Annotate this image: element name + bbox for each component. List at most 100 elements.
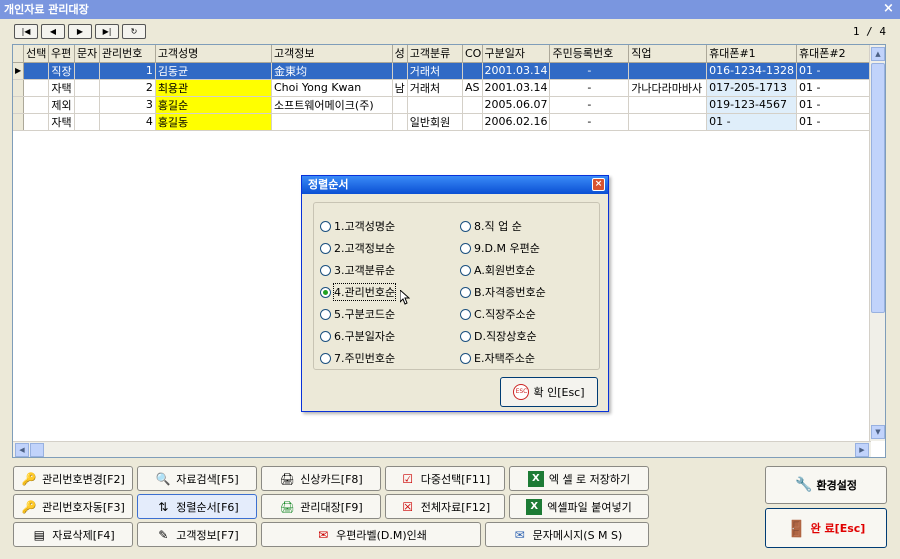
sort-option-category[interactable]: 3.고객분류순 (320, 262, 395, 278)
mail-cell[interactable]: 자택 (48, 113, 75, 131)
column-header[interactable]: 휴대폰#1 (706, 45, 798, 63)
id-cell[interactable]: 4 (99, 113, 156, 131)
ssn-cell[interactable]: - (549, 79, 630, 97)
info-cell[interactable]: 金東均 (271, 62, 393, 80)
id-cell[interactable]: 2 (99, 79, 156, 97)
mobile2-cell[interactable]: 01 - (796, 62, 873, 80)
mail-cell[interactable]: 제외 (48, 96, 75, 114)
column-header[interactable]: 휴대폰#2 (796, 45, 873, 63)
job-cell[interactable] (628, 62, 708, 80)
dialog-close-icon[interactable]: × (592, 178, 605, 191)
info-cell[interactable]: Choi Yong Kwan (271, 79, 393, 97)
column-header[interactable]: 구분일자 (482, 45, 551, 63)
column-header[interactable]: 직업 (628, 45, 708, 63)
sort-option-license-number[interactable]: B.자격증번호순 (460, 284, 546, 300)
column-header[interactable]: 고객성명 (155, 45, 272, 63)
name-cell[interactable]: 김동균 (155, 62, 272, 80)
table-row[interactable]: 자택 4 홍길동 일반회원 2006.02.16 - 01 - 01 - (13, 113, 885, 131)
column-header[interactable]: 문자 (74, 45, 100, 63)
mobile1-cell[interactable]: 019-123-4567 (706, 96, 798, 114)
table-row[interactable]: 자택 2 최용관 Choi Yong Kwan 남 거래처 AS 2001.03… (13, 79, 885, 97)
info-cell[interactable] (271, 113, 393, 131)
job-cell[interactable]: 가나다라마바사 (628, 79, 708, 97)
code-cell[interactable] (462, 96, 483, 114)
mobile2-cell[interactable]: 01 - (796, 96, 873, 114)
sort-option-management-number[interactable]: 4.관리번호순 (320, 283, 397, 301)
gender-cell[interactable] (392, 113, 408, 131)
settings-button[interactable]: 🔧 환경설정 (765, 466, 887, 504)
category-cell[interactable]: 거래처 (407, 62, 463, 80)
auto-management-number-button[interactable]: 🔑 관리번호자동[F3] (13, 494, 133, 519)
horizontal-scroll-thumb[interactable] (30, 443, 44, 457)
sort-option-customer-info[interactable]: 2.고객정보순 (320, 240, 395, 256)
gender-cell[interactable]: 남 (392, 79, 408, 97)
sort-option-job[interactable]: 8.직 업 순 (460, 218, 522, 234)
sms-cell[interactable] (74, 96, 100, 114)
sort-option-customer-name[interactable]: 1.고객성명순 (320, 218, 395, 234)
refresh-button[interactable]: ↻ (122, 24, 146, 39)
finish-button[interactable]: 🚪 완 료[Esc] (765, 508, 887, 548)
sort-option-dm-postal[interactable]: 9.D.M 우편순 (460, 240, 540, 256)
table-row[interactable]: 제외 3 홍길순 소프트웨어메이크(주) 2005.06.07 - 019-12… (13, 96, 885, 114)
sort-option-code[interactable]: 5.구분코드순 (320, 306, 395, 322)
column-header[interactable]: 고객분류 (407, 45, 463, 63)
date-cell[interactable]: 2001.03.14 (482, 79, 551, 97)
vertical-scroll-thumb[interactable] (871, 63, 885, 313)
id-cell[interactable]: 3 (99, 96, 156, 114)
mail-cell[interactable]: 자택 (48, 79, 75, 97)
code-cell[interactable] (462, 113, 483, 131)
ssn-cell[interactable]: - (549, 62, 630, 80)
prev-record-button[interactable]: ◀ (41, 24, 65, 39)
code-cell[interactable] (462, 62, 483, 80)
gender-cell[interactable] (392, 62, 408, 80)
gender-cell[interactable] (392, 96, 408, 114)
name-cell[interactable]: 홍길순 (155, 96, 272, 114)
paste-excel-file-button[interactable]: X 엑셀파일 붙여넣기 (509, 494, 649, 519)
change-management-number-button[interactable]: 🔑 관리번호변경[F2] (13, 466, 133, 491)
select-cell[interactable] (23, 79, 50, 97)
print-dm-label-button[interactable]: ✉ 우편라벨(D.M)인쇄 (261, 522, 481, 547)
column-header[interactable]: CO (462, 45, 483, 63)
job-cell[interactable] (628, 113, 708, 131)
mobile1-cell[interactable]: 016-1234-1328 (706, 62, 798, 80)
sort-option-work-address[interactable]: C.직장주소순 (460, 306, 536, 322)
customer-info-button[interactable]: ✎ 고객정보[F7] (137, 522, 257, 547)
column-header[interactable]: 선택 (23, 45, 50, 63)
mobile1-cell[interactable]: 017-205-1713 (706, 79, 798, 97)
mail-cell[interactable]: 직장 (48, 62, 75, 80)
column-header[interactable]: 관리번호 (99, 45, 156, 63)
column-header[interactable]: 우편 (48, 45, 75, 63)
mobile2-cell[interactable]: 01 - (796, 79, 873, 97)
profile-card-button[interactable]: 🖨 신상카드[F8] (261, 466, 381, 491)
ssn-cell[interactable]: - (549, 96, 630, 114)
scroll-left-icon[interactable]: ◀ (15, 443, 29, 457)
category-cell[interactable]: 거래처 (407, 79, 463, 97)
date-cell[interactable]: 2001.03.14 (482, 62, 551, 80)
all-data-button[interactable]: ☒ 전체자료[F12] (385, 494, 505, 519)
id-cell[interactable]: 1 (99, 62, 156, 80)
mobile2-cell[interactable]: 01 - (796, 113, 873, 131)
management-ledger-button[interactable]: 🖨 관리대장[F9] (261, 494, 381, 519)
mobile1-cell[interactable]: 01 - (706, 113, 798, 131)
info-cell[interactable]: 소프트웨어메이크(주) (271, 96, 393, 114)
sms-cell[interactable] (74, 113, 100, 131)
category-cell[interactable] (407, 96, 463, 114)
select-cell[interactable] (23, 113, 50, 131)
vertical-scrollbar[interactable]: ▲ ▼ (869, 45, 885, 441)
sms-message-button[interactable]: ✉ 문자메시지(S M S) (485, 522, 649, 547)
last-record-button[interactable]: ▶| (95, 24, 119, 39)
name-cell[interactable]: 최용관 (155, 79, 272, 97)
dialog-ok-button[interactable]: ESC 확 인[Esc] (500, 377, 598, 407)
window-close-icon[interactable]: × (881, 2, 896, 17)
scroll-right-icon[interactable]: ▶ (855, 443, 869, 457)
save-to-excel-button[interactable]: X 엑 셀 로 저장하기 (509, 466, 649, 491)
delete-data-button[interactable]: ▤ 자료삭제[F4] (13, 522, 133, 547)
column-header[interactable]: 성 (392, 45, 408, 63)
multi-select-button[interactable]: ☑ 다중선택[F11] (385, 466, 505, 491)
date-cell[interactable]: 2005.06.07 (482, 96, 551, 114)
code-cell[interactable]: AS (462, 79, 483, 97)
sort-option-member-number[interactable]: A.회원번호순 (460, 262, 535, 278)
scroll-down-icon[interactable]: ▼ (871, 425, 885, 439)
sort-option-home-address[interactable]: E.자택주소순 (460, 350, 535, 366)
ssn-cell[interactable]: - (549, 113, 630, 131)
